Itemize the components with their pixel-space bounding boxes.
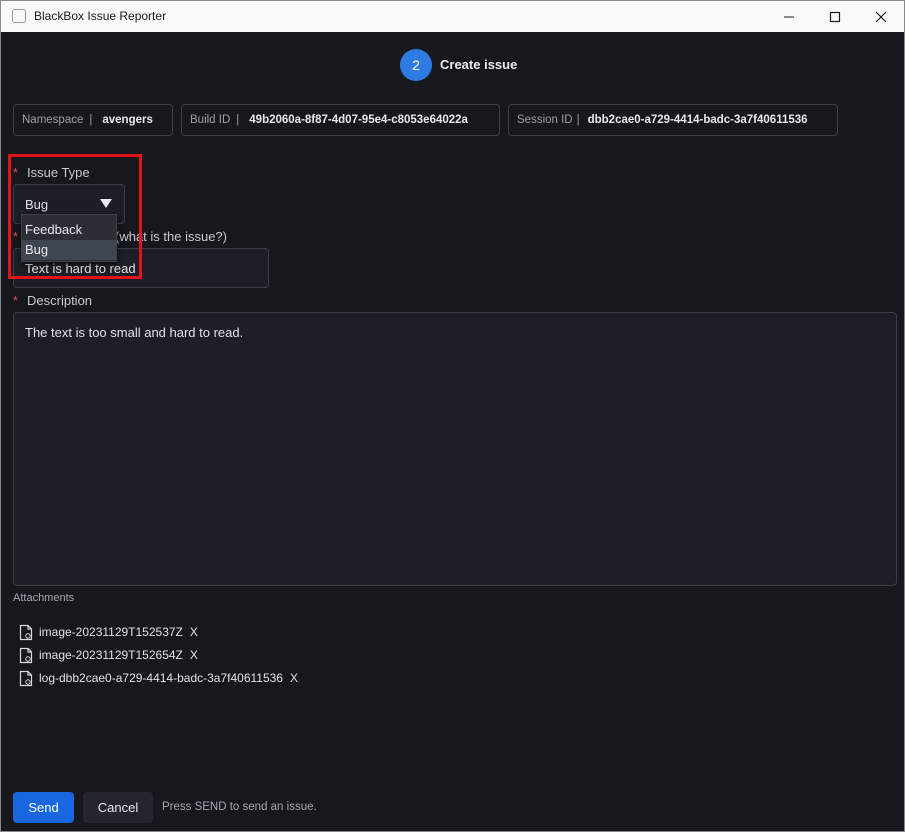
step-indicator: 2 bbox=[400, 49, 432, 81]
file-icon bbox=[19, 647, 33, 663]
attachment-name: image-20231129T152654Z bbox=[39, 648, 183, 662]
close-icon bbox=[875, 11, 887, 22]
namespace-label: Namespace bbox=[22, 114, 84, 126]
file-icon bbox=[19, 670, 33, 686]
close-button[interactable] bbox=[858, 1, 904, 32]
session-id-label: Session ID bbox=[517, 114, 573, 126]
remove-attachment-button[interactable]: X bbox=[190, 648, 198, 662]
minimize-icon bbox=[784, 16, 794, 17]
description-value: The text is too small and hard to read. bbox=[25, 325, 244, 340]
attachment-name: log-dbb2cae0-a729-4414-badc-3a7f40611536 bbox=[39, 671, 283, 685]
send-button[interactable]: Send bbox=[13, 792, 74, 823]
app-icon bbox=[12, 9, 26, 23]
main-content: 2 Create issue Namespace | avengers Buil… bbox=[5, 32, 902, 831]
description-label: Description bbox=[27, 293, 93, 308]
namespace-box: Namespace | avengers bbox=[13, 104, 173, 136]
attachment-item: image-20231129T152654Z X bbox=[19, 646, 198, 664]
cancel-button[interactable]: Cancel bbox=[83, 792, 153, 823]
app-window: BlackBox Issue Reporter 2 Create issue N… bbox=[0, 0, 905, 832]
build-id-separator: | bbox=[236, 114, 240, 126]
build-id-label: Build ID bbox=[190, 114, 231, 126]
attachment-item: log-dbb2cae0-a729-4414-badc-3a7f40611536… bbox=[19, 669, 298, 687]
maximize-button[interactable] bbox=[812, 1, 858, 32]
session-id-separator: | bbox=[576, 114, 580, 126]
description-textarea[interactable]: The text is too small and hard to read. bbox=[13, 312, 897, 586]
build-id-value: 49b2060a-8f87-4d07-95e4-c8053e64022a bbox=[249, 114, 468, 126]
step-number: 2 bbox=[412, 57, 420, 73]
required-marker: * bbox=[13, 293, 19, 308]
highlight-box bbox=[8, 154, 142, 279]
attachments-label: Attachments bbox=[13, 592, 75, 604]
attachment-item: image-20231129T152537Z X bbox=[19, 623, 198, 641]
build-id-box: Build ID | 49b2060a-8f87-4d07-95e4-c8053… bbox=[181, 104, 500, 136]
file-icon bbox=[19, 624, 33, 640]
remove-attachment-button[interactable]: X bbox=[290, 671, 298, 685]
send-hint: Press SEND to send an issue. bbox=[162, 801, 317, 813]
maximize-icon bbox=[829, 11, 841, 22]
remove-attachment-button[interactable]: X bbox=[190, 625, 198, 639]
namespace-value: avengers bbox=[102, 114, 153, 126]
namespace-separator: | bbox=[89, 114, 93, 126]
window-title: BlackBox Issue Reporter bbox=[34, 9, 167, 23]
title-bar: BlackBox Issue Reporter bbox=[1, 1, 904, 32]
session-id-box: Session ID | dbb2cae0-a729-4414-badc-3a7… bbox=[508, 104, 838, 136]
step-label: Create issue bbox=[440, 57, 518, 72]
minimize-button[interactable] bbox=[766, 1, 812, 32]
session-id-value: dbb2cae0-a729-4414-badc-3a7f40611536 bbox=[587, 114, 808, 126]
attachment-name: image-20231129T152537Z bbox=[39, 625, 183, 639]
